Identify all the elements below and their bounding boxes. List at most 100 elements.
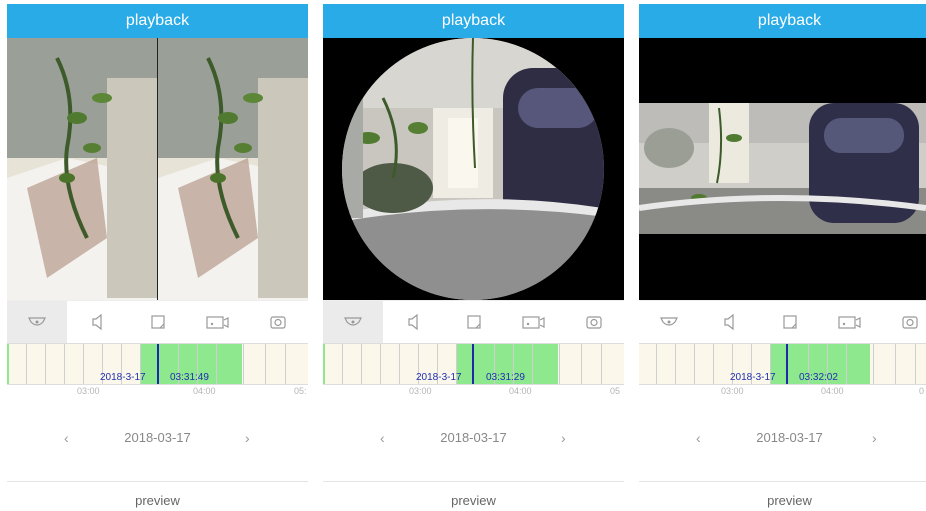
date-navigator: ‹ 2018-03-17 › <box>7 430 308 450</box>
grid-line <box>64 344 65 384</box>
grid-line <box>532 344 533 384</box>
title-bar: playback <box>639 4 926 38</box>
tick-label: 0 <box>919 386 925 396</box>
audio-button[interactable] <box>699 301 759 343</box>
audio-icon <box>408 313 418 331</box>
fisheye-view-icon <box>344 317 363 326</box>
fullscreen-button[interactable] <box>759 301 819 343</box>
grid-line <box>83 344 84 384</box>
current-date: 2018-03-17 <box>440 430 507 445</box>
tick-label: 04:00 <box>193 386 216 396</box>
tick-label: 04:00 <box>821 386 844 396</box>
page-title: playback <box>757 12 822 29</box>
record-button[interactable] <box>504 301 564 343</box>
chevron-right-icon[interactable]: › <box>872 430 877 446</box>
title-bar: playback <box>7 4 308 38</box>
record-icon <box>206 316 229 329</box>
timeline-time: 03:32:02 <box>799 372 838 383</box>
timeline-date: 2018-3-17 <box>730 372 776 383</box>
timeline-time: 03:31:49 <box>170 372 209 383</box>
grid-line <box>265 344 266 384</box>
grid-line <box>601 344 602 384</box>
playback-toolbar <box>639 300 926 343</box>
grid-line <box>399 344 400 384</box>
audio-button[interactable] <box>67 301 127 343</box>
grid-line <box>675 344 676 384</box>
grid-line <box>846 344 847 384</box>
title-bar: playback <box>323 4 624 38</box>
fullscreen-button[interactable] <box>127 301 187 343</box>
grid-line <box>895 344 896 384</box>
tick-label: 03:00 <box>77 386 100 396</box>
snapshot-icon <box>902 316 918 329</box>
snapshot-button[interactable] <box>248 301 308 343</box>
fullscreen-icon <box>466 315 481 329</box>
record-icon <box>522 316 545 329</box>
playback-screen-2: playback 2018-3-17 03:31:29 03:00 04:00 … <box>323 0 624 511</box>
grid-line <box>713 344 714 384</box>
tick-label: 03:00 <box>721 386 744 396</box>
audio-icon <box>92 313 102 331</box>
grid-line <box>361 344 362 384</box>
grid-line <box>656 344 657 384</box>
timeline[interactable]: 2018-3-17 03:32:02 <box>639 343 926 385</box>
fisheye-view-button[interactable] <box>323 301 384 343</box>
playback-screen-3: playback 2018-3-17 03:32:02 03:00 04:00 … <box>639 0 926 511</box>
chevron-right-icon[interactable]: › <box>245 430 250 446</box>
tick-label: 05 <box>610 386 621 396</box>
playhead[interactable] <box>472 344 474 384</box>
video-view[interactable] <box>323 38 624 300</box>
page-title: playback <box>125 12 190 29</box>
divider <box>7 481 308 482</box>
audio-button[interactable] <box>383 301 443 343</box>
fisheye-view-icon <box>660 317 679 326</box>
current-date: 2018-03-17 <box>124 430 191 445</box>
divider <box>323 481 624 482</box>
record-button[interactable] <box>188 301 248 343</box>
page-title: playback <box>441 12 506 29</box>
grid-line <box>581 344 582 384</box>
grid-line <box>380 344 381 384</box>
fisheye-view-button[interactable] <box>639 301 699 343</box>
grid-line <box>559 344 560 384</box>
grid-line <box>342 344 343 384</box>
timeline[interactable]: 2018-3-17 03:31:29 <box>323 343 624 385</box>
video-frame <box>639 38 926 300</box>
record-segment <box>323 344 325 384</box>
video-frame <box>7 38 308 300</box>
timeline-date: 2018-3-17 <box>416 372 462 383</box>
timeline-date: 2018-3-17 <box>100 372 146 383</box>
chevron-right-icon[interactable]: › <box>561 430 566 446</box>
snapshot-button[interactable] <box>880 301 926 343</box>
video-view[interactable] <box>639 38 926 300</box>
divider <box>639 481 926 482</box>
playhead[interactable] <box>157 344 159 384</box>
tick-label: 03:00 <box>409 386 432 396</box>
playback-toolbar <box>7 300 308 343</box>
timeline[interactable]: 2018-3-17 03:31:49 <box>7 343 308 385</box>
video-frame <box>323 38 624 300</box>
fullscreen-button[interactable] <box>443 301 503 343</box>
preview-button[interactable]: preview <box>7 493 308 508</box>
audio-icon <box>724 313 734 331</box>
grid-line <box>216 344 217 384</box>
grid-line <box>285 344 286 384</box>
date-navigator: ‹ 2018-03-17 › <box>323 430 624 450</box>
grid-line <box>873 344 874 384</box>
grid-line <box>26 344 27 384</box>
grid-line <box>45 344 46 384</box>
video-view[interactable] <box>7 38 308 300</box>
fullscreen-icon <box>782 315 797 329</box>
snapshot-button[interactable] <box>564 301 624 343</box>
record-icon <box>838 316 861 329</box>
record-button[interactable] <box>820 301 880 343</box>
playback-toolbar <box>323 300 624 343</box>
playback-screen-1: playback 2018-3-17 03:31:49 03:00 04:00 … <box>7 0 308 511</box>
date-navigator: ‹ 2018-03-17 › <box>639 430 926 450</box>
preview-button[interactable]: preview <box>323 493 624 508</box>
grid-line <box>243 344 244 384</box>
grid-line <box>694 344 695 384</box>
playhead[interactable] <box>786 344 788 384</box>
fisheye-view-button[interactable] <box>7 301 68 343</box>
preview-button[interactable]: preview <box>639 493 926 508</box>
